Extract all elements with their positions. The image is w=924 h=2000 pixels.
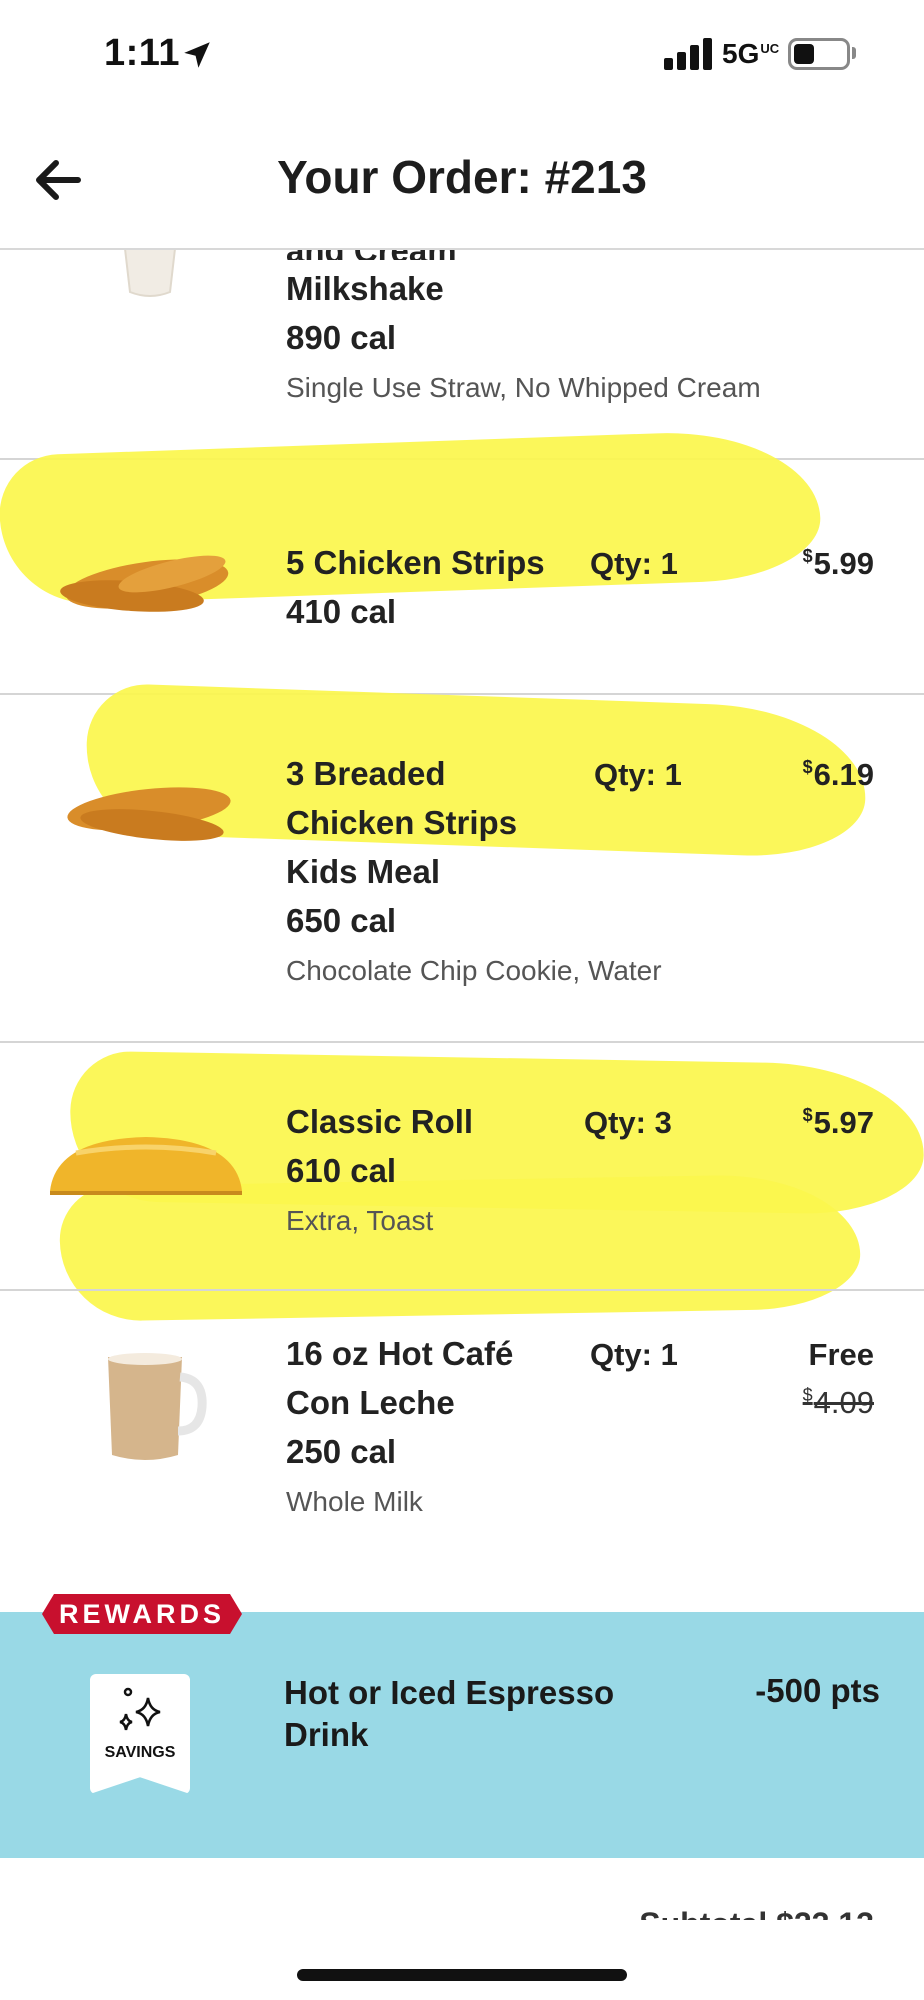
item-quantity: Qty: 1: [594, 757, 682, 792]
item-price: $5.97: [802, 1105, 874, 1140]
item-calories: 610 cal: [286, 1152, 397, 1189]
item-price: Free: [808, 1337, 874, 1372]
item-calories: 650 cal: [286, 902, 397, 939]
header: Your Order: #213: [0, 110, 924, 250]
home-indicator[interactable]: [297, 1969, 627, 1981]
page-title: Your Order: #213: [277, 151, 647, 203]
order-screen: 1:11 5GUC Your Order: #213 and Cream: [0, 0, 924, 2000]
signal-icon: [664, 38, 714, 70]
item-price: $6.19: [802, 757, 874, 792]
item-original-price: $4.09: [802, 1385, 874, 1420]
reward-points: -500 pts: [755, 1672, 880, 1709]
item-calories: 890 cal: [286, 319, 397, 356]
classic-roll-image: [50, 1137, 242, 1195]
item-calories: 250 cal: [286, 1433, 397, 1470]
order-item-chicken-strips[interactable]: 5 Chicken Strips 410 cal Qty: 1 $5.99: [0, 460, 924, 695]
item-name: 16 oz Hot Café Con Leche: [286, 1335, 514, 1421]
item-name: Classic Roll: [286, 1103, 474, 1140]
rewards-tag: REWARDS: [42, 1594, 242, 1634]
milkshake-image: [124, 250, 176, 297]
order-item-kids-meal[interactable]: 3 Breaded Chicken Strips Kids Meal 650 c…: [0, 695, 924, 1043]
item-price: $5.99: [802, 546, 874, 581]
item-modifiers: Extra, Toast: [286, 1205, 434, 1236]
battery-icon: [788, 38, 850, 70]
item-calories: 410 cal: [286, 593, 397, 630]
status-bar: 1:11 5GUC: [0, 0, 924, 110]
item-name-partial: and Cream: [286, 250, 576, 260]
battery-tip: [852, 47, 856, 59]
breaded-chicken-strips-image: [67, 787, 231, 841]
order-item-milkshake[interactable]: and Cream Milkshake 890 cal Single Use S…: [0, 250, 924, 460]
status-time: 1:11: [104, 32, 180, 74]
item-modifiers: Whole Milk: [286, 1486, 423, 1517]
battery-level: [794, 44, 814, 64]
item-name: Milkshake: [286, 270, 444, 307]
item-quantity: Qty: 3: [584, 1105, 672, 1140]
item-quantity: Qty: 1: [590, 546, 678, 581]
cafe-con-leche-image: [108, 1353, 207, 1460]
order-item-list[interactable]: and Cream Milkshake 890 cal Single Use S…: [0, 250, 924, 1610]
savings-label: SAVINGS: [104, 1744, 176, 1761]
location-arrow-icon: [184, 42, 210, 68]
chicken-strips-image: [60, 555, 229, 612]
reward-name: Hot or Iced Espresso Drink: [284, 1674, 615, 1753]
item-modifiers: Chocolate Chip Cookie, Water: [286, 955, 662, 986]
savings-badge: SAVINGS: [90, 1674, 190, 1794]
rewards-panel[interactable]: SAVINGS Hot or Iced Espresso Drink -500 …: [0, 1612, 924, 1858]
order-item-classic-roll[interactable]: Classic Roll 610 cal Extra, Toast Qty: 3…: [0, 1043, 924, 1291]
order-item-cafe-con-leche[interactable]: 16 oz Hot Café Con Leche 250 cal Whole M…: [0, 1291, 924, 1610]
item-modifiers: Single Use Straw, No Whipped Cream: [286, 372, 761, 403]
item-name: 5 Chicken Strips: [286, 544, 545, 581]
item-name: 3 Breaded Chicken Strips Kids Meal: [286, 755, 518, 890]
subtotal: Subtotal $23.13: [639, 1906, 874, 1920]
network-label: 5GUC: [722, 38, 780, 69]
sparkle-icon: [119, 1687, 161, 1731]
item-quantity: Qty: 1: [590, 1337, 678, 1372]
